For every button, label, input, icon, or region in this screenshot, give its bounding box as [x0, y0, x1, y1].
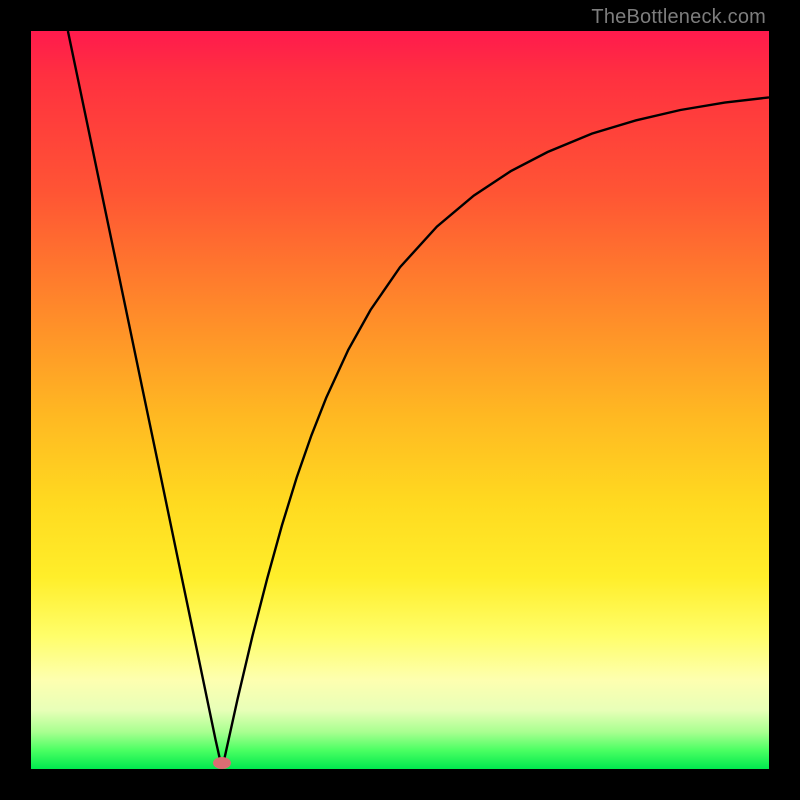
bottleneck-curve [31, 31, 769, 769]
chart-frame: TheBottleneck.com [0, 0, 800, 800]
watermark-text: TheBottleneck.com [591, 6, 766, 29]
chart-plot-area [31, 31, 769, 769]
optimum-marker [213, 757, 231, 769]
curve-path [68, 31, 769, 769]
